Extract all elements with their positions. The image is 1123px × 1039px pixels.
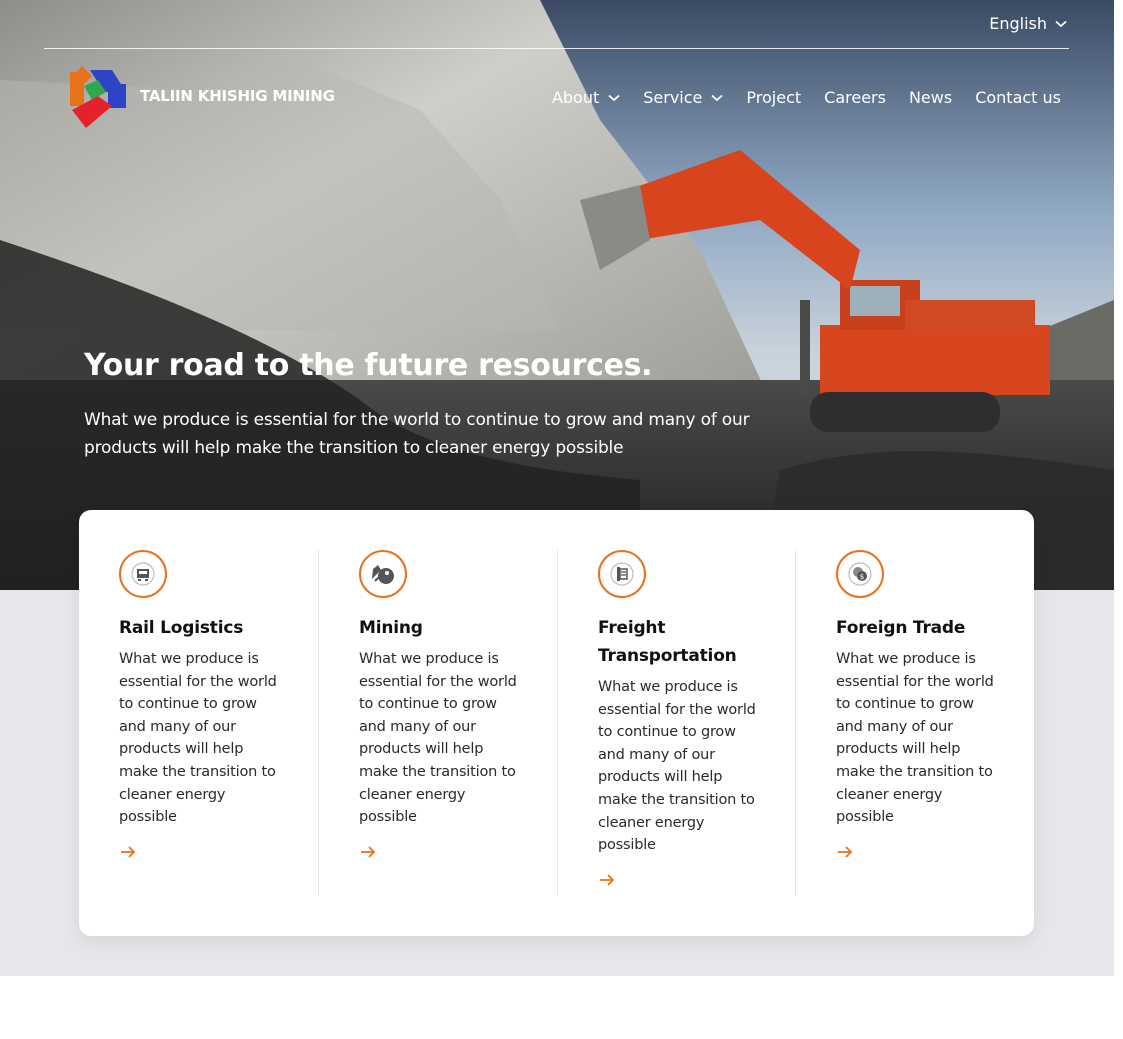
service-description: What we produce is essential for the wor… [836, 651, 994, 826]
service-description: What we produce is essential for the wor… [598, 679, 756, 854]
nav-label: Careers [824, 88, 886, 107]
svg-text:$: $ [860, 573, 864, 581]
column-divider [795, 550, 796, 896]
hero-title: Your road to the future resources. [84, 348, 653, 383]
nav-label: Contact us [975, 88, 1061, 107]
mining-icon [359, 550, 407, 598]
logo-icon [70, 66, 126, 128]
chevron-down-icon [608, 94, 620, 101]
nav-label: Project [746, 88, 802, 107]
logo-text: TALIIN KHISHIG MINING [140, 87, 335, 105]
nav-label: Service [643, 88, 703, 107]
column-divider [557, 550, 558, 896]
service-title: Mining [359, 618, 423, 638]
nav-item-service[interactable]: Service [643, 88, 723, 107]
header-divider [44, 48, 1069, 49]
arrow-right-icon[interactable] [598, 871, 616, 889]
nav-label: About [551, 88, 600, 107]
arrow-right-icon[interactable] [836, 843, 854, 861]
language-selector[interactable]: English [989, 14, 1067, 33]
service-title: Freight Transportation [598, 618, 737, 666]
nav-item-about[interactable]: About [552, 88, 620, 107]
arrow-right-icon[interactable] [119, 843, 137, 861]
freight-icon [598, 550, 646, 598]
service-title: Foreign Trade [836, 618, 966, 638]
hero-subtitle: What we produce is essential for the wor… [84, 410, 750, 458]
chevron-down-icon [711, 94, 723, 101]
arrow-right-icon[interactable] [359, 843, 377, 861]
nav-item-project[interactable]: Project [746, 88, 801, 107]
nav-item-careers[interactable]: Careers [824, 88, 886, 107]
service-description: What we produce is essential for the wor… [119, 651, 277, 826]
services-card: Rail Logistics What we produce is essent… [79, 510, 1034, 936]
service-description: What we produce is essential for the wor… [359, 651, 517, 826]
language-label: English [989, 14, 1047, 33]
chevron-down-icon [1055, 20, 1067, 28]
rail-logistics-icon [119, 550, 167, 598]
service-freight-transportation: Freight Transportation What we produce i… [598, 550, 758, 893]
service-rail-logistics: Rail Logistics What we produce is essent… [119, 550, 279, 865]
service-mining: Mining What we produce is essential for … [359, 550, 519, 865]
column-divider [318, 550, 319, 896]
service-title: Rail Logistics [119, 618, 244, 638]
site-logo[interactable]: TALIIN KHISHIG MINING [68, 62, 335, 130]
nav-item-news[interactable]: News [909, 88, 952, 107]
nav-item-contact-us[interactable]: Contact us [975, 88, 1061, 107]
foreign-trade-icon: $ [836, 550, 884, 598]
nav-label: News [908, 88, 953, 107]
service-foreign-trade: $ Foreign Trade What we produce is essen… [836, 550, 996, 865]
main-nav: About Service Project Careers News Conta… [552, 88, 1061, 107]
